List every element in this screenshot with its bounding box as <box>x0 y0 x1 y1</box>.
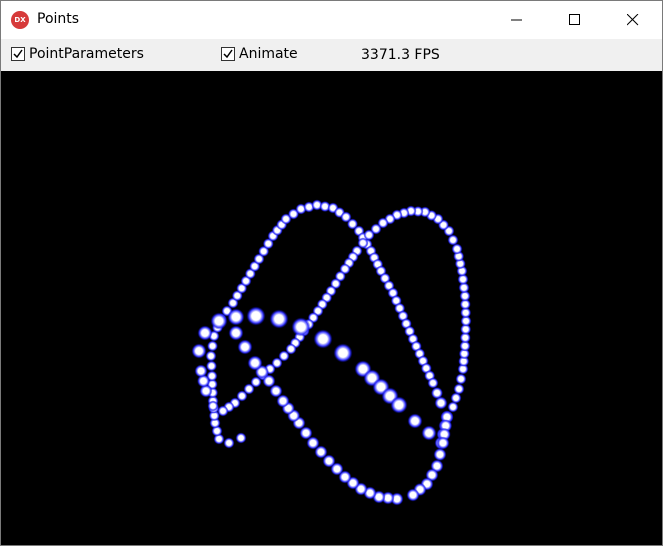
point-parameters-checkbox[interactable]: PointParameters <box>11 46 144 62</box>
point-sprite <box>291 317 311 337</box>
point-sprite <box>433 448 447 461</box>
window-title: Points <box>37 11 80 27</box>
point-sprite <box>313 329 333 349</box>
point-sprite <box>269 309 289 329</box>
checkmark-icon <box>223 49 233 59</box>
close-icon <box>627 14 639 26</box>
app-window: DX Points PointParameters Animate 3371.3… <box>0 0 663 546</box>
point-sprite <box>235 432 247 444</box>
point-sprite <box>406 488 420 502</box>
checkbox-box[interactable] <box>221 47 235 61</box>
toolbar: PointParameters Animate 3371.3 FPS <box>1 39 662 71</box>
checkbox-box[interactable] <box>11 47 25 61</box>
point-sprites-canvas <box>191 199 472 506</box>
minimize-button[interactable] <box>488 1 546 39</box>
maximize-button[interactable] <box>546 1 604 39</box>
title-bar[interactable]: DX Points <box>1 1 662 39</box>
point-sprite <box>228 325 244 341</box>
point-sprite <box>197 325 213 341</box>
animate-label: Animate <box>239 46 298 62</box>
point-sprite <box>427 377 439 389</box>
point-sprite <box>247 355 263 371</box>
point-sprite <box>227 308 245 326</box>
animate-checkbox[interactable]: Animate <box>221 46 298 62</box>
point-sprite <box>390 396 408 414</box>
point-sprite <box>237 339 253 355</box>
point-parameters-label: PointParameters <box>29 46 144 62</box>
checkmark-icon <box>13 49 23 59</box>
point-sprite <box>246 306 266 326</box>
render-viewport[interactable] <box>1 71 662 545</box>
minimize-icon <box>511 19 522 21</box>
point-sprite <box>191 343 207 359</box>
close-button[interactable] <box>604 1 662 39</box>
point-sprite <box>407 413 423 429</box>
point-sprite <box>207 400 219 412</box>
point-sprite <box>206 360 217 372</box>
point-sprite <box>207 340 218 352</box>
point-sprite <box>453 383 465 395</box>
directx-app-icon: DX <box>11 11 29 29</box>
point-sprite <box>333 343 353 363</box>
point-sprite <box>436 436 450 450</box>
point-sprite <box>434 396 448 410</box>
fps-counter: 3371.3 FPS <box>361 47 440 63</box>
point-sprite <box>421 425 437 441</box>
point-sprite <box>455 373 467 385</box>
point-sprite <box>210 312 228 330</box>
maximize-icon <box>569 14 580 25</box>
point-sprite <box>217 405 229 417</box>
point-sprite <box>194 364 208 378</box>
point-sprite <box>205 350 217 362</box>
point-sprite <box>223 437 235 449</box>
